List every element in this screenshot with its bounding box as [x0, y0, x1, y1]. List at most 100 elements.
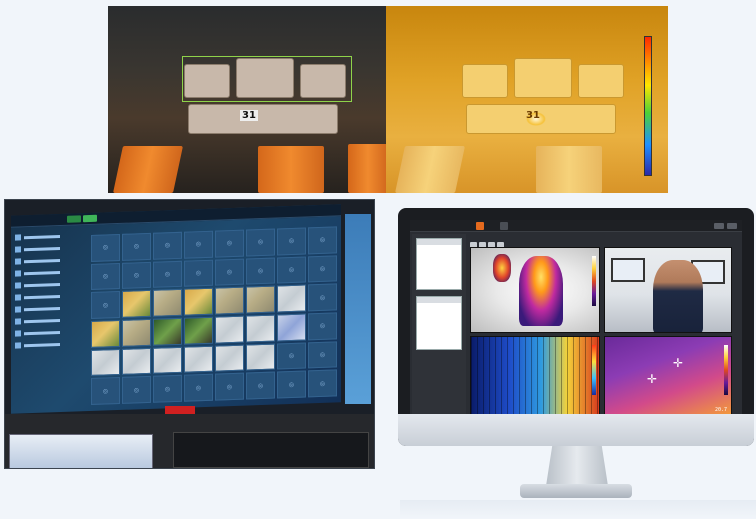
alert-badge [165, 406, 195, 414]
camera-grid [91, 226, 337, 405]
desktop-monitor: ✛ ✛ 20.7 [398, 208, 754, 446]
camera-cell[interactable] [277, 256, 306, 284]
camera-cell[interactable] [246, 285, 275, 314]
temperature-colorbar [644, 36, 652, 176]
camera-cell[interactable] [308, 226, 337, 255]
tree-item[interactable] [15, 279, 81, 289]
side-panel[interactable] [416, 238, 462, 290]
camera-cell[interactable] [215, 286, 244, 315]
tree-item[interactable] [15, 327, 81, 337]
side-panel[interactable] [416, 296, 462, 350]
tree-item[interactable] [15, 303, 81, 313]
breaker-label: 31 [526, 110, 540, 121]
camera-cell[interactable] [91, 319, 120, 348]
camera-cell[interactable] [246, 343, 275, 371]
camera-cell[interactable] [308, 312, 337, 341]
view-toolbar [470, 234, 740, 249]
monitoring-wall-photo [4, 199, 375, 469]
background-monitor [611, 258, 645, 282]
roi-box[interactable] [182, 56, 352, 102]
cable [395, 146, 465, 193]
thermal-person [519, 256, 563, 326]
desk-surface [400, 500, 756, 519]
camera-cell[interactable] [153, 260, 182, 289]
view-reading: 20.7 [714, 407, 727, 413]
thermal-crosshair-view[interactable]: ✛ ✛ 20.7 [604, 336, 732, 416]
camera-cell[interactable] [184, 230, 213, 259]
camera-cell[interactable] [153, 289, 182, 317]
app-sidebar [412, 234, 466, 414]
camera-cell[interactable] [184, 374, 213, 402]
camera-cell[interactable] [277, 370, 306, 399]
toolbar-button[interactable] [67, 215, 81, 223]
toolbar-button[interactable] [83, 214, 97, 223]
camera-cell[interactable] [91, 348, 120, 377]
monitor-chin [398, 414, 754, 446]
camera-cell[interactable] [308, 369, 337, 398]
cable [258, 146, 324, 193]
camera-cell[interactable] [153, 231, 182, 260]
camera-cell[interactable] [91, 377, 120, 405]
camera-cell[interactable] [122, 290, 151, 318]
camera-cell[interactable] [184, 259, 213, 288]
tree-item[interactable] [15, 243, 81, 253]
camera-cell[interactable] [308, 341, 337, 369]
camera-cell[interactable] [184, 288, 213, 316]
tree-item[interactable] [15, 267, 81, 277]
camera-cell[interactable] [184, 316, 213, 345]
camera-cell[interactable] [277, 313, 306, 342]
camera-cell[interactable] [122, 232, 151, 261]
camera-cell[interactable] [308, 255, 337, 283]
camera-cell[interactable] [246, 257, 275, 285]
app-title-bar [410, 220, 742, 232]
person [653, 260, 703, 332]
camera-cell[interactable] [277, 284, 306, 313]
thermal-person-view[interactable] [470, 247, 600, 333]
device-tree [15, 231, 81, 403]
camera-cell[interactable] [215, 258, 244, 286]
crosshair-icon: ✛ [647, 372, 658, 386]
camera-cell[interactable] [91, 291, 120, 319]
monitoring-app-screen: ✛ ✛ 20.7 [410, 220, 742, 416]
camera-cell[interactable] [277, 227, 306, 256]
breaker-label: 31 [240, 110, 258, 121]
camera-cell[interactable] [215, 372, 244, 401]
visible-person-view[interactable] [604, 247, 732, 333]
tree-item[interactable] [15, 315, 81, 325]
camera-cell[interactable] [215, 229, 244, 258]
secondary-screen [345, 214, 371, 404]
breaker [462, 64, 508, 98]
camera-cell[interactable] [122, 347, 151, 376]
tree-item[interactable] [15, 231, 81, 241]
tree-item[interactable] [15, 255, 81, 265]
camera-cell[interactable] [246, 371, 275, 400]
camera-cell[interactable] [153, 317, 182, 346]
camera-cell[interactable] [308, 283, 337, 312]
camera-cell[interactable] [246, 314, 275, 343]
crosshair-icon: ✛ [673, 356, 684, 370]
temperature-colorbar [724, 345, 728, 395]
camera-cell[interactable] [215, 315, 244, 344]
tab-live[interactable] [476, 222, 484, 230]
camera-cell[interactable] [277, 342, 306, 370]
camera-cell[interactable] [122, 376, 151, 404]
breaker-row [188, 104, 338, 134]
workstation-screen [173, 432, 369, 468]
dual-camera-panel: 31 31 [108, 6, 668, 193]
camera-cell[interactable] [91, 262, 120, 291]
window-button-icon[interactable] [727, 223, 737, 229]
camera-cell[interactable] [122, 318, 151, 347]
window-button-icon[interactable] [714, 223, 724, 229]
camera-cell[interactable] [246, 228, 275, 257]
tab-secondary[interactable] [500, 222, 508, 230]
camera-cell[interactable] [215, 344, 244, 372]
thermal-panel-view[interactable] [470, 336, 600, 416]
cable [536, 146, 602, 193]
camera-cell[interactable] [91, 233, 120, 262]
tree-item[interactable] [15, 291, 81, 301]
camera-cell[interactable] [153, 346, 182, 375]
tree-item[interactable] [15, 339, 81, 349]
camera-cell[interactable] [122, 261, 151, 290]
camera-cell[interactable] [153, 375, 182, 403]
camera-cell[interactable] [184, 345, 213, 374]
